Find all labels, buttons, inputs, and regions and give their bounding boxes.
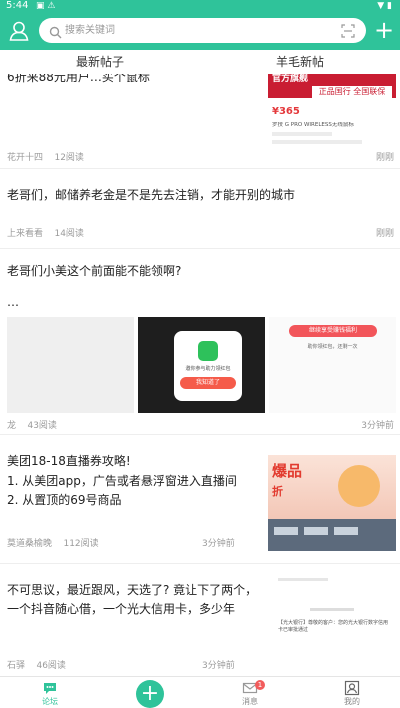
post-image-2[interactable]: 邀你参与助力领红包 我知道了 <box>138 317 265 413</box>
search-bar[interactable]: 搜索关键词 <box>39 18 366 43</box>
post-title: 老哥们，邮储养老金是不是先去注销，才能开别的城市 <box>7 188 296 202</box>
profile-icon <box>344 680 360 696</box>
image-text: 助你领红包，还剩一次 <box>307 344 358 350</box>
message-badge: 1 <box>255 680 265 690</box>
post-line: 1. 从美团app，广告或者悬浮窗进入直播间 <box>7 474 237 488</box>
tab-bar: 最新帖子 羊毛新帖 <box>0 50 400 74</box>
post-line: 2. 从置顶的69号商品 <box>7 493 122 507</box>
search-icon <box>49 24 62 39</box>
status-time: 5:44 <box>6 0 29 11</box>
search-input[interactable]: 搜索关键词 <box>65 18 115 43</box>
chat-bubble-icon <box>42 680 58 696</box>
nav-forum[interactable]: 论坛 <box>10 677 90 708</box>
wechat-icon <box>198 341 218 361</box>
post-feed[interactable]: 6折来88元用户…买个鼠标 官方旗舰 正品国行 全国联保 ¥365 罗技 G P… <box>0 74 400 676</box>
notification-icons: ▣ ⚠ <box>36 1 56 11</box>
post-title: 美团18-18直播券攻略! <box>7 454 131 468</box>
post-image[interactable]: 爆品 折 <box>268 455 396 551</box>
create-post-button[interactable]: + <box>136 680 164 708</box>
popup-text: 邀你参与助力领红包 <box>185 366 231 372</box>
nav-profile[interactable]: 我的 <box>312 677 392 708</box>
post-author: 莫道桑榆晚 112阅读 <box>7 539 99 549</box>
post-body: … <box>7 295 19 309</box>
post-image-ad: 官方旗舰 正品国行 全国联保 ¥365 罗技 G PRO WIRELESS无线鼠… <box>268 74 396 149</box>
bottom-nav: 论坛 消息 我的 <box>0 676 400 708</box>
post-time: 3分钟前 <box>202 539 235 549</box>
scan-icon[interactable] <box>341 23 355 38</box>
nav-messages-label: 消息 <box>242 697 258 706</box>
add-icon[interactable]: + <box>373 18 395 42</box>
image-button: 继续享受赚钱福利 <box>289 325 377 337</box>
post-item[interactable]: 美团18-18直播券攻略! 1. 从美团app，广告或者悬浮窗进入直播间 2. … <box>0 435 400 564</box>
post-image-3[interactable]: 继续享受赚钱福利 助你领红包，还剩一次 <box>269 317 396 413</box>
ad-product: 罗技 G PRO WIRELESS无线鼠标 <box>272 122 354 128</box>
post-title: 6折来88元用户…买个鼠标 <box>7 74 150 84</box>
post-time: 3分钟前 <box>361 421 394 431</box>
signal-battery-icon: ▼ ▮ <box>377 1 392 11</box>
post-time: 刚刚 <box>375 229 394 239</box>
post-title: 老哥们小美这个前面能不能领啊? <box>7 264 182 278</box>
nav-profile-label: 我的 <box>344 697 360 706</box>
image-text: 【光大银行】尊敬的客户：您的光大银行数字信用卡已审批通过 <box>278 620 389 633</box>
nav-forum-label: 论坛 <box>42 697 58 706</box>
post-item[interactable]: 不可思议，最近跟风，天选了? 竟让下了两个， 一个抖音随心借，一个光大信用卡，多… <box>0 564 400 676</box>
user-icon[interactable] <box>8 20 30 42</box>
nav-messages[interactable]: 消息 <box>210 677 290 708</box>
app-header: 搜索关键词 + <box>0 12 400 50</box>
post-image-1[interactable] <box>7 317 134 413</box>
status-bar: 5:44 ▣ ⚠ ▼ ▮ <box>0 0 400 12</box>
image-headline: 爆品 <box>272 462 303 480</box>
post-author: 石驿 46阅读 <box>7 661 66 671</box>
post-author: 上来看看 14阅读 <box>7 229 84 239</box>
tab-latest-posts[interactable]: 最新帖子 <box>0 50 200 74</box>
ad-headline: 正品国行 全国联保 <box>312 86 392 98</box>
post-author: 龙 43阅读 <box>7 421 57 431</box>
tab-wool-posts[interactable]: 羊毛新帖 <box>200 50 400 74</box>
ad-brand: 官方旗舰 <box>272 74 309 84</box>
post-image[interactable]: 【光大银行】尊敬的客户：您的光大银行数字信用卡已审批通过 <box>268 572 396 672</box>
post-item[interactable]: 老哥们小美这个前面能不能领啊? … 邀你参与助力领红包 我知道了 继续享受赚钱福… <box>0 249 400 435</box>
post-time: 3分钟前 <box>202 661 235 671</box>
post-title: 不可思议，最近跟风，天选了? 竟让下了两个， <box>7 583 258 597</box>
ad-price: ¥365 <box>272 106 300 117</box>
popup-button: 我知道了 <box>180 377 236 389</box>
post-item[interactable]: 6折来88元用户…买个鼠标 官方旗舰 正品国行 全国联保 ¥365 罗技 G P… <box>0 74 400 169</box>
post-item[interactable]: 老哥们，邮储养老金是不是先去注销，才能开别的城市 上来看看 14阅读 刚刚 <box>0 169 400 249</box>
post-time: 刚刚 <box>375 153 394 163</box>
post-line: 一个抖音随心借，一个光大信用卡，多少年 <box>7 602 236 616</box>
post-author: 花开十四 12阅读 <box>7 153 84 163</box>
image-subtext: 折 <box>272 485 283 498</box>
